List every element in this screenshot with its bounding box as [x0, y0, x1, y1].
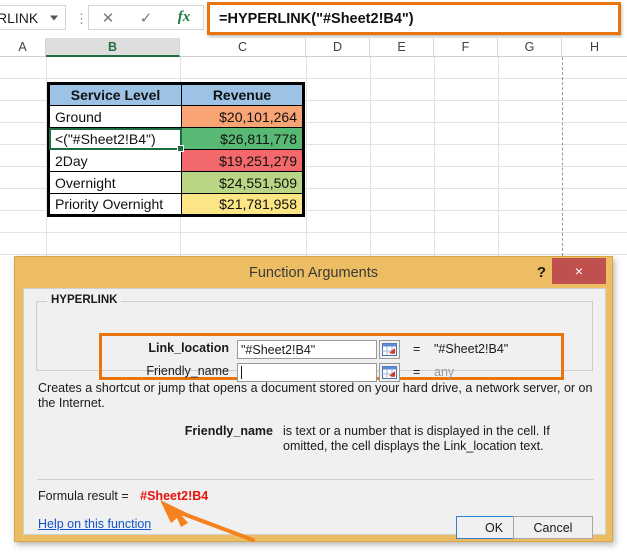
column-header-b[interactable]: B — [46, 38, 180, 57]
argument-help-term: Friendly_name — [168, 424, 273, 439]
name-box-value: RLINK — [0, 10, 38, 26]
text-caret — [241, 366, 242, 379]
page-break-line — [562, 57, 563, 266]
cell-service-level-priority[interactable]: Priority Overnight — [49, 194, 182, 216]
close-icon[interactable]: × — [552, 258, 606, 284]
friendly-name-equals: = — [413, 365, 420, 379]
table-row[interactable]: Overnight $24,551,509 — [49, 172, 304, 194]
formula-text: =HYPERLINK("#Sheet2!B4") — [219, 11, 414, 27]
table-row[interactable]: Priority Overnight $21,781,958 — [49, 194, 304, 216]
cell-revenue-ground[interactable]: $20,101,264 — [182, 106, 304, 128]
cell-revenue-2day[interactable]: $19,251,279 — [182, 150, 304, 172]
cell-service-level-overnight[interactable]: Overnight — [49, 172, 182, 194]
cell-service-level-2day[interactable]: 2Day — [49, 150, 182, 172]
insert-function-icon[interactable]: fx — [165, 9, 203, 26]
range-selector-icon-friendly-name[interactable] — [379, 363, 400, 382]
data-table: Service Level Revenue Ground $20,101,264… — [47, 82, 305, 217]
range-selector-icon-link-location[interactable] — [379, 340, 400, 359]
range-grid-icon — [382, 366, 397, 379]
column-header-h[interactable]: H — [562, 38, 627, 57]
table-header-row: Service Level Revenue — [49, 84, 304, 106]
chevron-down-icon[interactable] — [50, 15, 58, 20]
formula-bar-buttons: ✕ ✓ fx — [88, 5, 204, 30]
friendly-name-label: Friendly_name — [119, 364, 229, 378]
header-revenue: Revenue — [182, 84, 304, 106]
cell-revenue-priority[interactable]: $21,781,958 — [182, 194, 304, 216]
excel-screenshot: RLINK ⋮ ✕ ✓ fx =HYPERLINK("#Sheet2!B4") … — [0, 0, 627, 556]
column-header-c[interactable]: C — [180, 38, 306, 57]
friendly-name-input[interactable] — [237, 363, 377, 382]
arrow-annotation — [155, 496, 275, 544]
cancel-button[interactable]: Cancel — [513, 516, 593, 539]
cancel-formula-icon[interactable]: ✕ — [89, 9, 127, 27]
link-location-label: Link_location — [119, 341, 229, 355]
column-header-g[interactable]: G — [498, 38, 562, 57]
link-location-input[interactable]: "#Sheet2!B4" — [237, 340, 377, 359]
range-grid-icon — [382, 343, 397, 356]
column-header-e[interactable]: E — [370, 38, 434, 57]
column-header-d[interactable]: D — [306, 38, 370, 57]
function-description: Creates a shortcut or jump that opens a … — [38, 381, 594, 411]
argument-help-text: is text or a number that is displayed in… — [283, 424, 593, 454]
header-service-level: Service Level — [49, 84, 182, 106]
formula-result-label: Formula result = — [38, 489, 129, 503]
divider — [37, 479, 594, 480]
column-header-f[interactable]: F — [434, 38, 498, 57]
column-header-a[interactable]: A — [0, 38, 46, 57]
column-headers: A B C D E F G H — [0, 38, 627, 57]
formula-bar-row: RLINK ⋮ ✕ ✓ fx =HYPERLINK("#Sheet2!B4") — [0, 0, 627, 38]
link-location-result: "#Sheet2!B4" — [434, 342, 508, 356]
help-on-this-function-link[interactable]: Help on this function — [38, 517, 151, 531]
cell-revenue-2[interactable]: $26,811,778 — [182, 128, 304, 150]
formula-bar-separator-dots: ⋮ — [75, 11, 88, 27]
help-question-icon[interactable]: ? — [537, 264, 546, 281]
link-location-value: "#Sheet2!B4" — [241, 343, 315, 357]
name-box[interactable]: RLINK — [0, 5, 66, 30]
cell-service-level-ground[interactable]: Ground — [49, 106, 182, 128]
groupbox-label: HYPERLINK — [47, 294, 121, 306]
dialog-title: Function Arguments — [15, 257, 612, 288]
cell-service-level-editing[interactable]: <("#Sheet2!B4") — [49, 128, 182, 150]
worksheet-grid[interactable]: Service Level Revenue Ground $20,101,264… — [0, 57, 627, 266]
orange-arrow-icon — [155, 496, 275, 544]
link-location-equals: = — [413, 342, 420, 356]
cell-revenue-overnight[interactable]: $24,551,509 — [182, 172, 304, 194]
function-arguments-dialog: Function Arguments ? × HYPERLINK Link_lo… — [14, 256, 613, 542]
friendly-name-result: any — [434, 365, 454, 379]
dialog-body: HYPERLINK Link_location "#Sheet2!B4" = — [23, 288, 606, 535]
formula-input[interactable]: =HYPERLINK("#Sheet2!B4") — [207, 2, 621, 35]
table-row[interactable]: <("#Sheet2!B4") $26,811,778 — [49, 128, 304, 150]
table-row[interactable]: 2Day $19,251,279 — [49, 150, 304, 172]
enter-formula-icon[interactable]: ✓ — [127, 9, 165, 27]
table-row[interactable]: Ground $20,101,264 — [49, 106, 304, 128]
